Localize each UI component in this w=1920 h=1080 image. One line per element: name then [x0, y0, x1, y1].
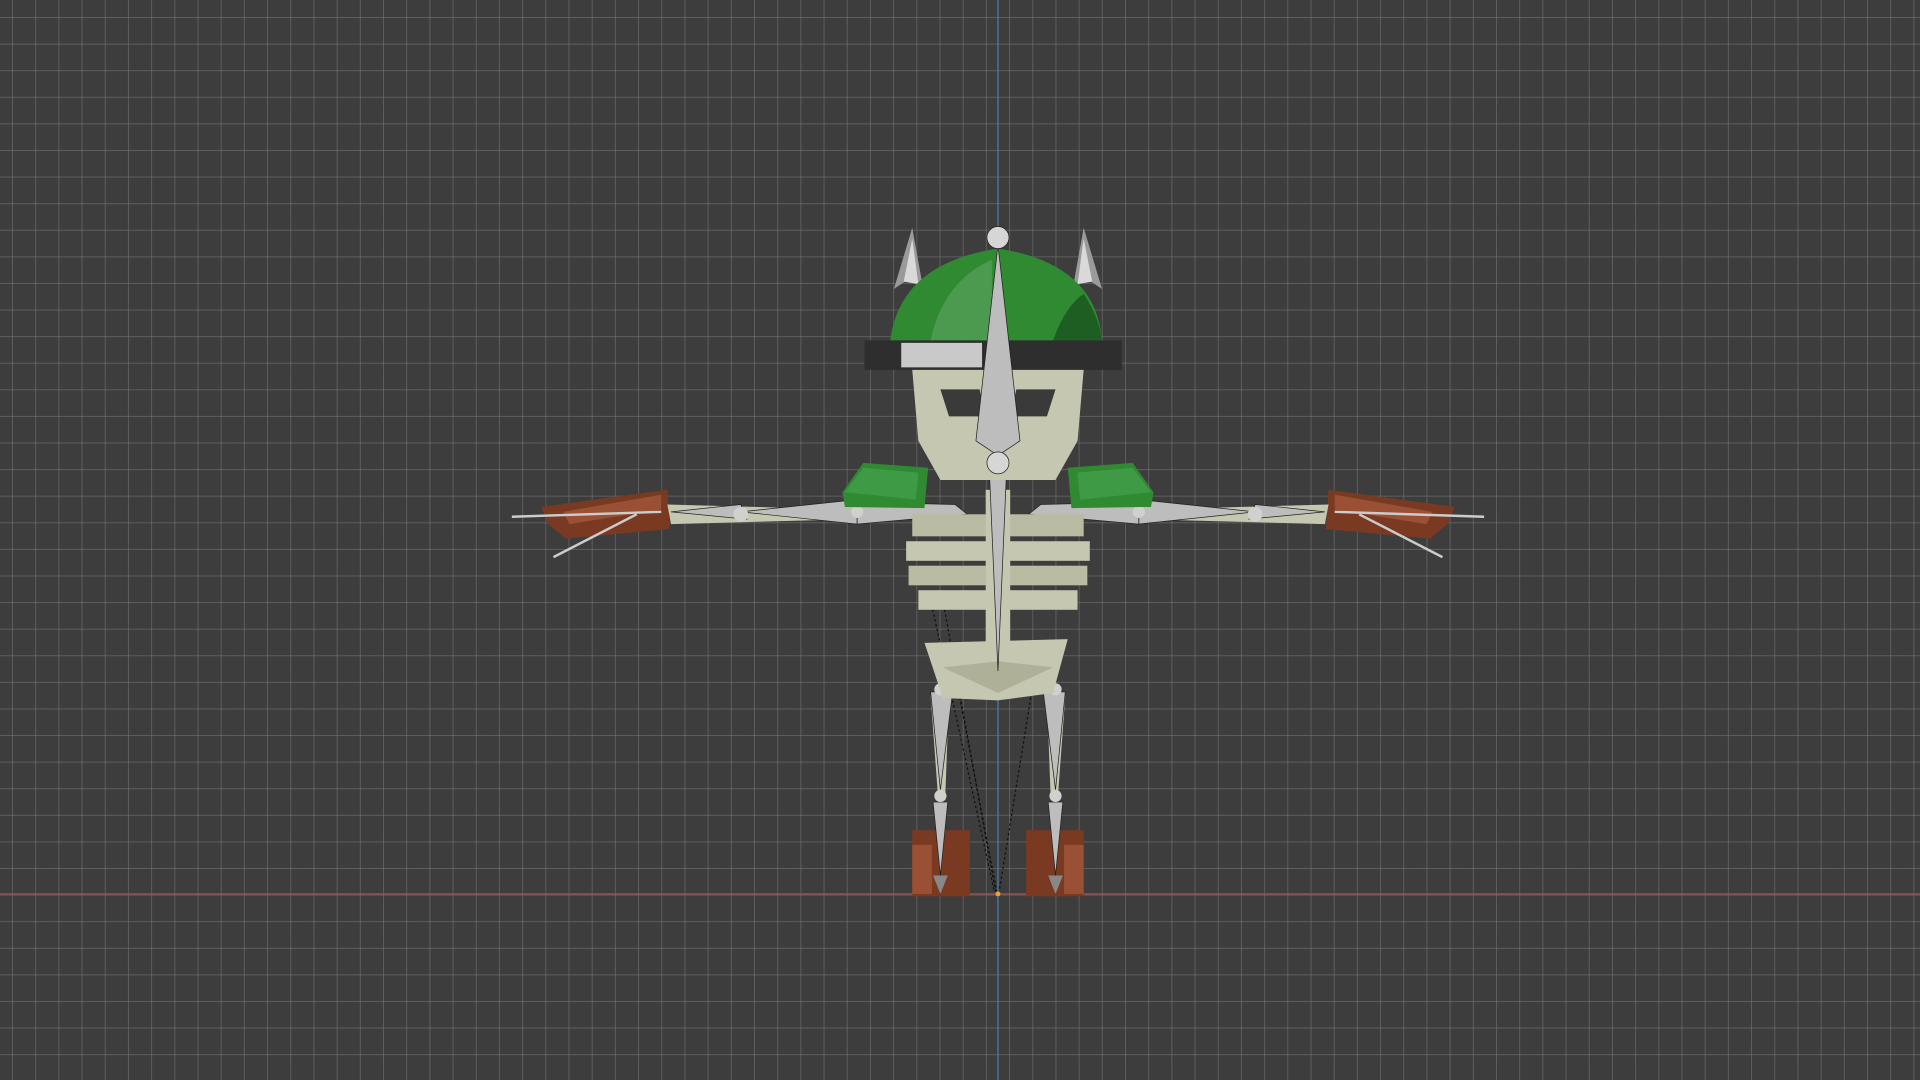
thigh-armature — [930, 691, 954, 790]
3d-viewport[interactable] — [0, 0, 1920, 1080]
origin-point — [995, 891, 1001, 897]
viewport-scene[interactable] — [0, 0, 1920, 1080]
neck-joint — [986, 451, 1010, 475]
head-tip-joint — [986, 226, 1010, 249]
